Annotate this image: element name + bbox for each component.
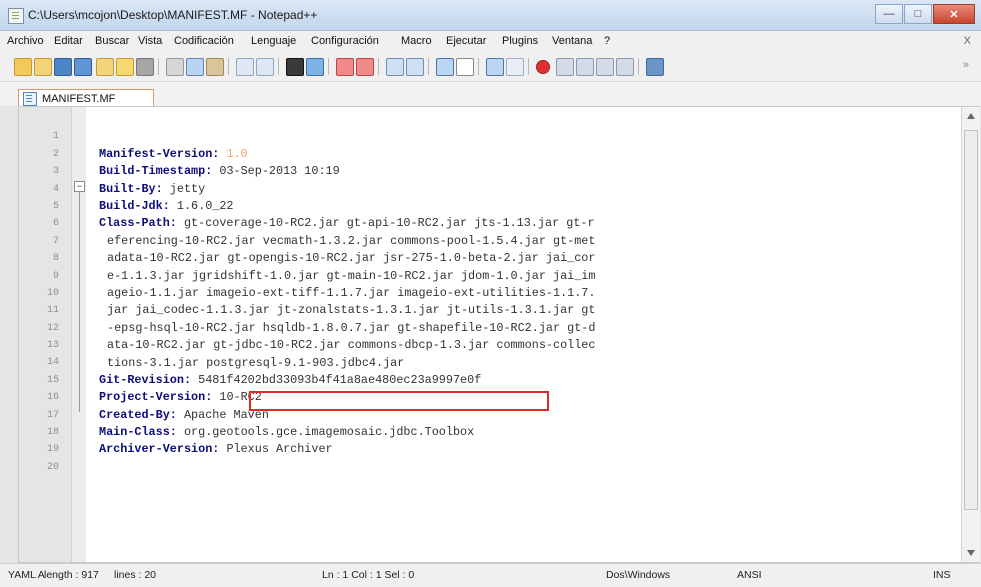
undo-icon[interactable] bbox=[236, 58, 254, 76]
scroll-down-arrow-icon[interactable] bbox=[967, 550, 975, 556]
line-14: 14 Git-Revision: 5481f4202bd33093b4f41a8… bbox=[19, 337, 955, 386]
vertical-scrollbar[interactable] bbox=[961, 107, 980, 562]
tab-bar: MANIFEST.MF bbox=[0, 82, 981, 108]
toolbar-overflow-icon[interactable]: » bbox=[963, 59, 969, 71]
line-12: 12 ata-10-RC2.jar gt-jdbc-10-RC2.jar com… bbox=[19, 302, 955, 352]
notepad-app-icon bbox=[8, 8, 24, 24]
record-macro-icon[interactable] bbox=[536, 60, 550, 74]
maximize-button[interactable]: □ bbox=[904, 4, 932, 24]
save-macro-icon[interactable] bbox=[616, 58, 634, 76]
window-title: C:\Users\mcojon\Desktop\MANIFEST.MF - No… bbox=[28, 8, 318, 22]
line-2: 2 Build-Timestamp: 03-Sep-2013 10:19 bbox=[19, 128, 955, 178]
toolbar-separator bbox=[428, 58, 429, 75]
cut-icon[interactable] bbox=[166, 58, 184, 76]
zoom-out-icon[interactable] bbox=[356, 58, 374, 76]
toolbar-separator bbox=[228, 58, 229, 75]
status-insert-mode: INS bbox=[933, 569, 951, 581]
close-file-icon[interactable] bbox=[96, 58, 114, 76]
sum-icon[interactable] bbox=[646, 58, 664, 76]
menu-codificacion[interactable]: Codificación bbox=[174, 35, 234, 47]
line-6: 6 eferencing-10-RC2.jar vecmath-1.3.2.ja… bbox=[19, 198, 955, 247]
copy-icon[interactable] bbox=[186, 58, 204, 76]
sync-vertical-icon[interactable] bbox=[386, 58, 404, 76]
line-number: 20 bbox=[46, 461, 59, 473]
highlight-annotation-box bbox=[249, 391, 549, 411]
line-11: 11 -epsg-hsql-10-RC2.jar hsqldb-1.8.0.7.… bbox=[19, 285, 955, 334]
line-3: 3 Built-By: jetty bbox=[19, 146, 955, 195]
menu-bar: Archivo Editar Buscar Vista Codificación… bbox=[0, 31, 981, 53]
save-icon[interactable] bbox=[54, 58, 72, 76]
toolbar-separator bbox=[528, 58, 529, 75]
minimize-button[interactable]: — bbox=[875, 4, 903, 24]
zoom-in-icon[interactable] bbox=[336, 58, 354, 76]
status-bar: YAML A length : 917 lines : 20 Ln : 1 Co… bbox=[0, 563, 981, 587]
new-file-icon[interactable] bbox=[14, 58, 32, 76]
menu-ejecutar[interactable]: Ejecutar bbox=[446, 35, 486, 47]
toolbar-separator bbox=[328, 58, 329, 75]
menu-ventana[interactable]: Ventana bbox=[552, 35, 592, 47]
toolbar-separator bbox=[158, 58, 159, 75]
status-eol: Dos\Windows bbox=[606, 569, 671, 581]
print-icon[interactable] bbox=[136, 58, 154, 76]
status-file-type: YAML A bbox=[8, 569, 45, 581]
menu-buscar[interactable]: Buscar bbox=[95, 35, 129, 47]
line-5: 5 Class-Path: gt-coverage-10-RC2.jar gt-… bbox=[19, 181, 955, 230]
menu-help[interactable]: ? bbox=[604, 35, 610, 47]
word-wrap-icon[interactable] bbox=[436, 58, 454, 76]
editor[interactable]: − 1 Manifest-Version: 1.0 2 Build-Timest… bbox=[18, 106, 980, 563]
open-file-icon[interactable] bbox=[34, 58, 52, 76]
line-16: 16 Created-By: Apache Maven bbox=[19, 372, 955, 421]
toolbar-separator bbox=[638, 58, 639, 75]
toolbar-separator bbox=[478, 58, 479, 75]
status-position: Ln : 1 Col : 1 Sel : 0 bbox=[322, 569, 415, 581]
save-all-icon[interactable] bbox=[74, 58, 92, 76]
menu-macro[interactable]: Macro bbox=[401, 35, 432, 47]
close-all-icon[interactable] bbox=[116, 58, 134, 76]
scroll-thumb[interactable] bbox=[964, 130, 978, 510]
line-9: 9 ageio-1.1.jar imageio-ext-tiff-1.1.7.j… bbox=[19, 250, 955, 300]
toolbar-separator bbox=[378, 58, 379, 75]
menu-archivo[interactable]: Archivo bbox=[7, 35, 44, 47]
toolbar-separator bbox=[278, 58, 279, 75]
file-icon bbox=[23, 92, 37, 106]
line-20: 20 bbox=[19, 441, 955, 473]
toolbar: » bbox=[0, 53, 981, 82]
title-bar[interactable]: C:\Users\mcojon\Desktop\MANIFEST.MF - No… bbox=[0, 0, 981, 31]
paste-icon[interactable] bbox=[206, 58, 224, 76]
line-8: 8 e-1.1.3.jar jgridshift-1.0.jar gt-main… bbox=[19, 233, 955, 282]
find-icon[interactable] bbox=[286, 58, 304, 76]
scroll-up-arrow-icon[interactable] bbox=[967, 113, 975, 119]
line-10: 10 jar jai_codec-1.1.3.jar jt-zonalstats… bbox=[19, 268, 955, 317]
stop-macro-icon[interactable] bbox=[556, 58, 574, 76]
close-document-button[interactable]: X bbox=[964, 35, 971, 47]
replace-icon[interactable] bbox=[306, 58, 324, 76]
menu-vista[interactable]: Vista bbox=[138, 35, 162, 47]
line-19: 19 bbox=[19, 424, 955, 455]
sync-horizontal-icon[interactable] bbox=[406, 58, 424, 76]
line-15: 15 Project-Version: 10-RC2 bbox=[19, 354, 955, 404]
play-macro-icon[interactable] bbox=[576, 58, 594, 76]
status-length: length : 917 bbox=[44, 569, 99, 581]
redo-icon[interactable] bbox=[256, 58, 274, 76]
menu-lenguaje[interactable]: Lenguaje bbox=[251, 35, 296, 47]
line-7: 7 adata-10-RC2.jar gt-opengis-10-RC2.jar… bbox=[19, 215, 955, 265]
close-button[interactable]: ✕ bbox=[933, 4, 975, 24]
doc-map-icon[interactable] bbox=[506, 58, 524, 76]
line-1: 1 Manifest-Version: 1.0 bbox=[19, 111, 955, 160]
line-4: 4 Build-Jdk: 1.6.0_22 bbox=[19, 163, 955, 213]
menu-configuracion[interactable]: Configuración bbox=[311, 35, 379, 47]
status-encoding: ANSI bbox=[737, 569, 762, 581]
menu-plugins[interactable]: Plugins bbox=[502, 35, 538, 47]
tab-label: MANIFEST.MF bbox=[42, 93, 116, 105]
show-all-chars-icon[interactable] bbox=[456, 58, 474, 76]
menu-editar[interactable]: Editar bbox=[54, 35, 83, 47]
line-13: 13 tions-3.1.jar postgresql-9.1-903.jdbc… bbox=[19, 320, 955, 369]
status-lines: lines : 20 bbox=[114, 569, 157, 581]
window-controls: — □ ✕ bbox=[875, 4, 975, 24]
run-macro-multiple-icon[interactable] bbox=[596, 58, 614, 76]
indent-guide-icon[interactable] bbox=[486, 58, 504, 76]
